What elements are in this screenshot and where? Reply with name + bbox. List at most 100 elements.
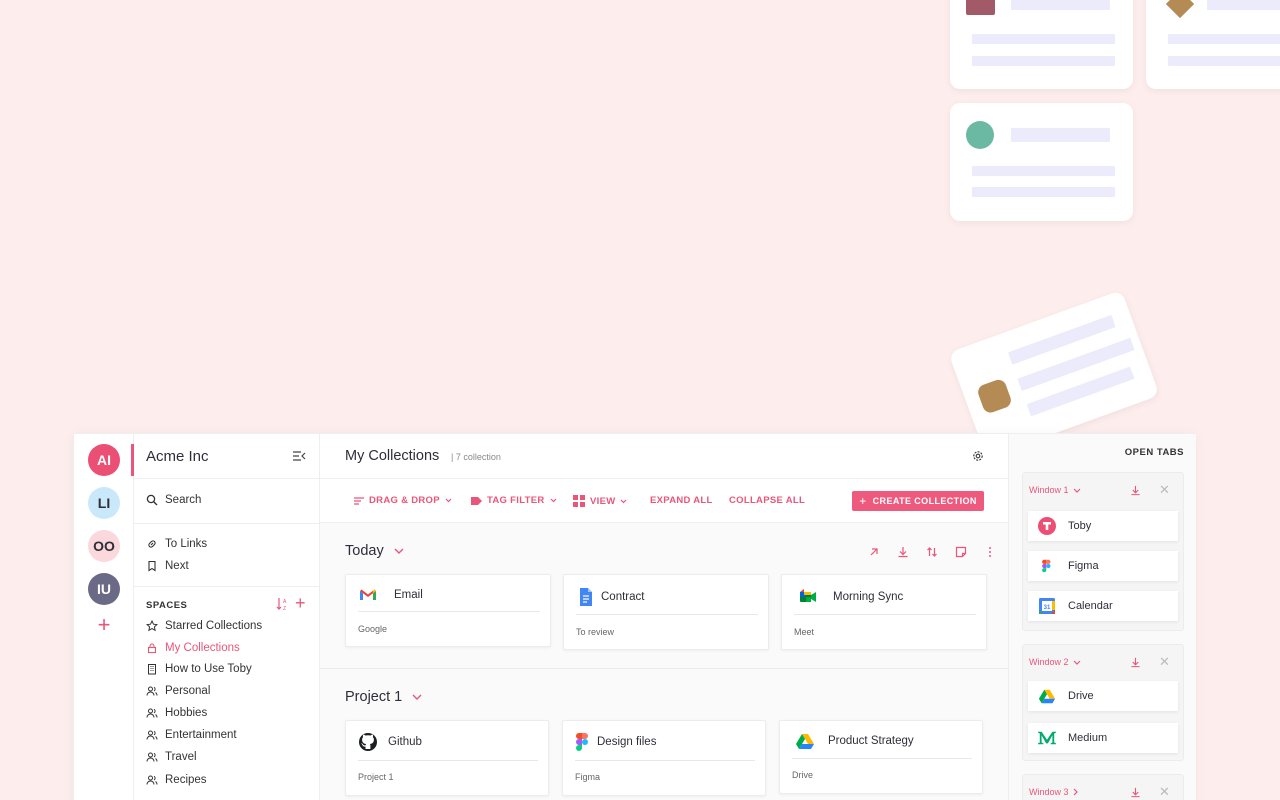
link-subtitle: To review <box>576 627 615 637</box>
decorative-card <box>950 103 1133 221</box>
link-card-contract[interactable]: Contract To review <box>563 574 769 650</box>
square-icon <box>966 0 995 15</box>
open-tabs-heading: OPEN TABS <box>1124 447 1184 458</box>
sort-az-icon[interactable]: AZ <box>276 597 290 611</box>
spaces-heading: SPACES <box>146 600 188 611</box>
save-window-icon[interactable] <box>1130 787 1141 798</box>
close-icon[interactable]: ✕ <box>1159 784 1170 800</box>
gmail-icon <box>360 589 376 600</box>
add-workspace-button[interactable]: + <box>95 614 113 636</box>
main-header: My Collections | 7 collection <box>320 434 1008 479</box>
figma-icon <box>576 733 588 751</box>
link-card-product-strategy[interactable]: Product Strategy Drive <box>779 720 983 794</box>
star-icon <box>146 620 158 632</box>
open-tab-drive[interactable]: Drive <box>1028 681 1178 711</box>
meet-icon <box>800 589 816 602</box>
lock-icon <box>147 643 157 654</box>
workspace-name: Acme Inc <box>146 448 209 465</box>
toolbar: DRAG & DROP TAG FILTER VIEW EXPAND ALL C… <box>320 479 1008 523</box>
chevron-down-icon <box>394 548 404 554</box>
window-group-2: Window 2 ✕ Drive Medium <box>1022 644 1184 761</box>
view-button[interactable]: VIEW <box>573 495 627 507</box>
create-collection-button[interactable]: + CREATE COLLECTION <box>852 491 984 511</box>
grid-icon <box>573 495 585 507</box>
tag-icon <box>471 496 482 505</box>
note-icon[interactable] <box>955 546 967 558</box>
link-card-morning-sync[interactable]: Morning Sync Meet <box>781 574 987 650</box>
chevron-down-icon <box>412 694 422 700</box>
drag-drop-button[interactable]: DRAG & DROP <box>354 495 452 506</box>
svg-text:31: 31 <box>1044 605 1051 611</box>
sidebar-item-recipes[interactable]: Recipes <box>146 772 207 788</box>
open-all-icon[interactable] <box>868 546 880 558</box>
rounded-square-icon <box>975 377 1014 415</box>
chevron-right-icon <box>1073 788 1078 796</box>
sidebar-item-to-links[interactable]: To Links <box>146 536 207 552</box>
tag-filter-button[interactable]: TAG FILTER <box>471 495 557 506</box>
search-icon <box>146 494 158 506</box>
users-icon <box>146 752 158 762</box>
avatar-li[interactable]: LI <box>88 487 120 519</box>
sidebar-item-starred[interactable]: Starred Collections <box>146 618 262 634</box>
sort-icon[interactable] <box>926 546 938 558</box>
avatar-oo[interactable]: OO <box>88 530 120 562</box>
drive-icon <box>796 734 814 749</box>
users-icon <box>146 730 158 740</box>
link-card-github[interactable]: Github Project 1 <box>345 720 549 796</box>
open-tabs-panel: OPEN TABS Window 1 ✕ Toby Figma 31 Calen… <box>1008 434 1196 800</box>
link-icon <box>148 540 156 548</box>
window-group-1: Window 1 ✕ Toby Figma 31 Calendar <box>1022 472 1184 631</box>
link-subtitle: Project 1 <box>358 772 394 782</box>
collection-title[interactable]: Project 1 <box>345 689 422 705</box>
collapse-all-button[interactable]: COLLAPSE ALL <box>729 495 805 506</box>
docs-icon <box>580 588 592 606</box>
workspace-rail: AI LI OO IU + <box>74 434 134 800</box>
more-vertical-icon[interactable] <box>984 546 996 558</box>
save-window-icon[interactable] <box>1130 657 1141 668</box>
sidebar-item-entertainment[interactable]: Entertainment <box>146 727 237 743</box>
drag-icon <box>354 496 364 505</box>
link-card-email[interactable]: Email Google <box>345 574 551 647</box>
collection-title[interactable]: Today <box>345 543 404 559</box>
decorative-card <box>950 0 1133 89</box>
medium-icon <box>1038 729 1056 747</box>
sidebar-item-travel[interactable]: Travel <box>146 749 197 765</box>
sidebar-item-how-to-use[interactable]: How to Use Toby <box>146 661 252 677</box>
avatar-ai[interactable]: AI <box>88 444 120 476</box>
circle-icon <box>966 121 994 149</box>
collapse-sidebar-icon[interactable] <box>292 450 306 462</box>
close-icon[interactable]: ✕ <box>1159 482 1170 498</box>
link-title: Email <box>394 589 423 601</box>
app-window: AI LI OO IU + Acme Inc Search To Links N… <box>73 433 1196 800</box>
open-tab-medium[interactable]: Medium <box>1028 723 1178 753</box>
window-label[interactable]: Window 2 <box>1029 657 1081 667</box>
search-item[interactable]: Search <box>146 492 201 508</box>
window-label[interactable]: Window 1 <box>1029 485 1081 495</box>
chevron-down-icon <box>550 498 556 503</box>
open-tab-toby[interactable]: Toby <box>1028 511 1178 541</box>
diamond-icon <box>1165 0 1195 19</box>
link-card-design-files[interactable]: Design files Figma <box>562 720 766 796</box>
sidebar-item-hobbies[interactable]: Hobbies <box>146 705 207 721</box>
sidebar-item-personal[interactable]: Personal <box>146 683 210 699</box>
toby-icon <box>1038 517 1056 535</box>
chevron-down-icon <box>445 498 452 503</box>
drive-icon <box>1038 687 1056 705</box>
add-space-button[interactable]: + <box>295 594 306 612</box>
close-icon[interactable]: ✕ <box>1159 654 1170 670</box>
link-title: Contract <box>601 591 645 603</box>
open-tab-figma[interactable]: Figma <box>1028 551 1178 581</box>
open-tab-calendar[interactable]: 31 Calendar <box>1028 591 1178 621</box>
sidebar-item-next[interactable]: Next <box>146 558 189 574</box>
window-group-3: Window 3 ✕ <box>1022 774 1184 800</box>
expand-all-button[interactable]: EXPAND ALL <box>650 495 713 506</box>
download-icon[interactable] <box>897 546 909 558</box>
window-label[interactable]: Window 3 <box>1029 787 1078 797</box>
save-window-icon[interactable] <box>1130 485 1141 496</box>
sidebar-item-my-collections[interactable]: My Collections <box>146 640 240 656</box>
users-icon <box>146 775 158 785</box>
search-label: Search <box>165 494 202 506</box>
avatar-iu[interactable]: IU <box>88 573 120 605</box>
collection-project-1: Project 1 Github Project 1 Design files … <box>320 668 1008 800</box>
gear-icon[interactable] <box>972 450 984 462</box>
